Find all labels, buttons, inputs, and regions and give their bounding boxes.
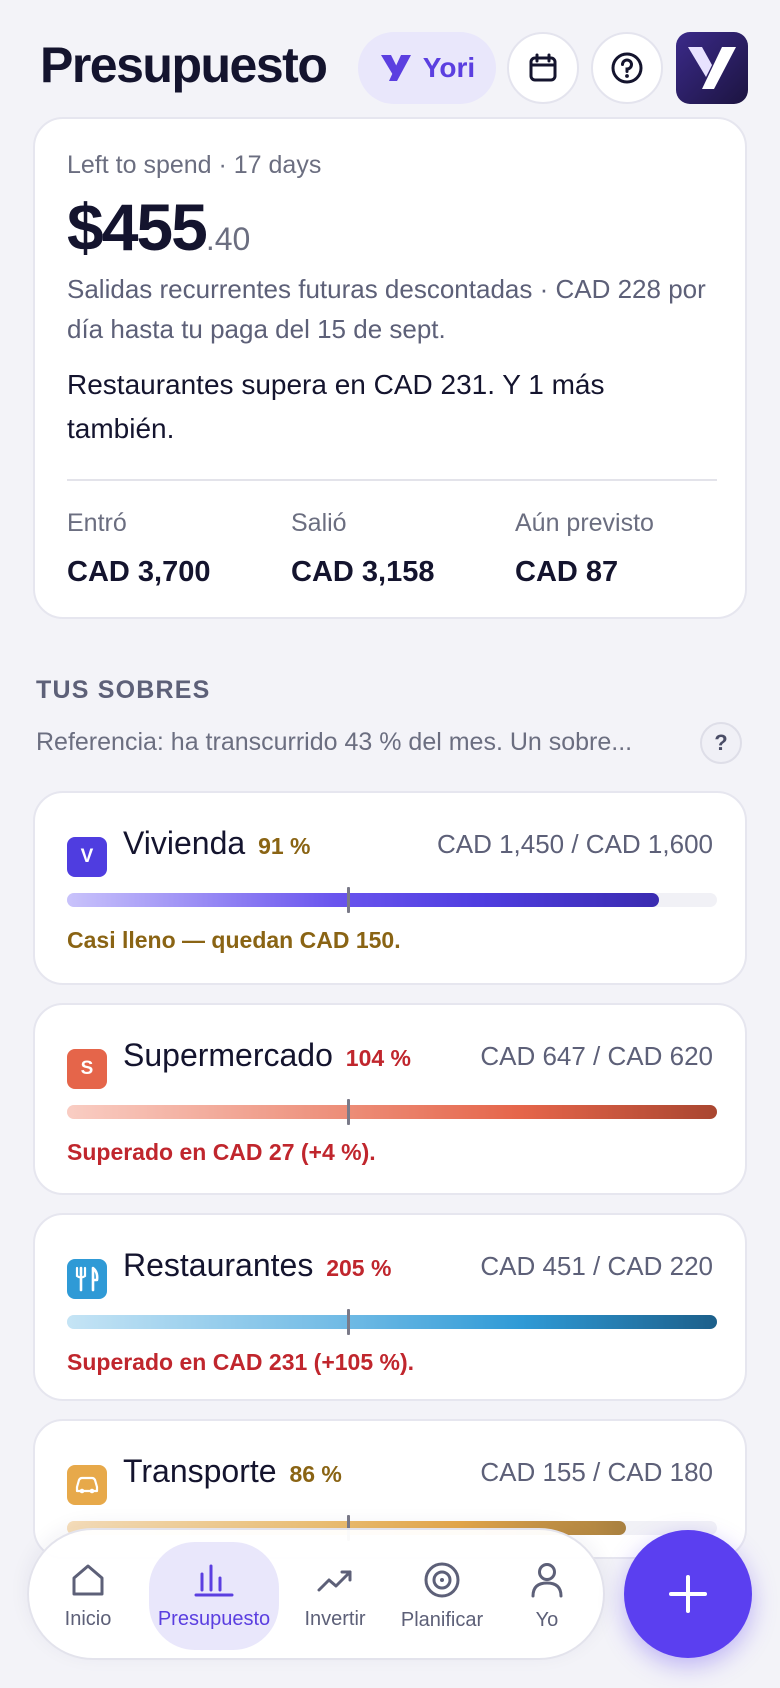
nav-item-planificar[interactable]: Planificar (389, 1542, 495, 1650)
divider (67, 479, 717, 481)
stat-forecast: Aún previsto CAD 87 (515, 509, 654, 589)
envelope-badge: S (67, 1049, 107, 1089)
app-logo-icon (688, 47, 736, 89)
stat-value: CAD 3,158 (291, 556, 435, 588)
help-icon (611, 52, 643, 84)
home-icon (72, 1564, 104, 1595)
help-button[interactable] (591, 32, 663, 104)
envelope-name: Transporte 86 % (123, 1453, 342, 1490)
yori-label: Yori (422, 52, 476, 83)
app-logo[interactable] (676, 32, 748, 104)
envelope-badge (67, 1465, 107, 1505)
target-icon (424, 1562, 460, 1597)
envelope-percent: 91 % (258, 833, 311, 859)
envelope-name: Restaurantes 205 % (123, 1247, 391, 1284)
envelope-name: Supermercado 104 % (123, 1037, 411, 1074)
yori-logo-icon (380, 55, 411, 81)
envelope-name-text: Restaurantes (123, 1247, 314, 1283)
car-icon (75, 1476, 99, 1494)
page-title: Presupuesto (40, 37, 328, 93)
envelope-badge (67, 1259, 107, 1299)
envelopes-section-title: TUS SOBRES (36, 676, 211, 704)
envelope-name-text: Supermercado (123, 1037, 333, 1073)
stat-value: CAD 3,700 (67, 556, 211, 588)
envelope-card-restaurantes[interactable]: Restaurantes 205 % CAD 451 / CAD 220 Sup… (33, 1213, 747, 1401)
month-elapsed-marker (346, 1309, 350, 1335)
envelope-amounts: CAD 1,450 / CAD 1,600 (436, 829, 713, 859)
summary-description: Salidas recurrentes futuras descontadas … (67, 274, 706, 344)
envelope-percent: 104 % (345, 1045, 411, 1071)
envelope-name-text: Vivienda (123, 825, 246, 861)
envelope-status-note: Casi lleno — quedan CAD 150. (67, 927, 401, 953)
bottom-nav: Inicio Presupuesto Invertir Planificar Y… (27, 1528, 605, 1660)
nav-item-yo[interactable]: Yo (505, 1542, 589, 1650)
stat-label: Aún previsto (515, 509, 654, 537)
fork-knife-icon (75, 1266, 99, 1292)
envelope-percent: 205 % (326, 1255, 392, 1281)
stat-label: Salió (291, 509, 347, 537)
overspend-alert: Restaurantes supera en CAD 231. Y 1 más … (67, 369, 605, 444)
amount-cents: .40 (205, 221, 251, 257)
envelope-amounts: CAD 451 / CAD 220 (480, 1251, 713, 1281)
month-elapsed-marker (346, 887, 350, 913)
month-elapsed-marker (346, 1099, 350, 1125)
nav-label: Presupuesto (157, 1607, 271, 1630)
trending-up-icon (317, 1570, 352, 1591)
envelope-name: Vivienda 91 % (123, 825, 311, 862)
envelope-card-supermercado[interactable]: S Supermercado 104 % CAD 647 / CAD 620 S… (33, 1003, 747, 1195)
reference-help-button[interactable]: ? (700, 722, 742, 764)
envelope-progress-fill (67, 1105, 717, 1119)
yori-assistant-button[interactable]: Yori (358, 32, 496, 104)
nav-item-presupuesto[interactable]: Presupuesto (149, 1542, 279, 1650)
header: Presupuesto Yori (0, 0, 780, 112)
month-reference-text: Referencia: ha transcurrido 43 % del mes… (36, 728, 633, 756)
calendar-button[interactable] (507, 32, 579, 104)
left-to-spend-label: Left to spend · 17 days (67, 151, 322, 179)
calendar-icon (529, 53, 557, 82)
envelope-progress-fill (67, 1315, 717, 1329)
envelope-amounts: CAD 647 / CAD 620 (480, 1041, 713, 1071)
stat-value: CAD 87 (515, 556, 619, 588)
left-to-spend-amount: $455.40 (67, 189, 250, 265)
envelope-amounts: CAD 155 / CAD 180 (480, 1457, 713, 1487)
nav-label: Inicio (64, 1607, 112, 1630)
nav-label: Yo (535, 1608, 559, 1631)
nav-item-invertir[interactable]: Invertir (287, 1542, 383, 1650)
nav-item-inicio[interactable]: Inicio (41, 1542, 135, 1650)
envelope-status-note: Superado en CAD 27 (+4 %). (67, 1139, 376, 1165)
envelope-status-note: Superado en CAD 231 (+105 %). (67, 1349, 415, 1375)
amount-main: $455 (67, 190, 208, 264)
envelope-progress-fill (67, 893, 659, 907)
stat-spent: Salió CAD 3,158 (291, 509, 434, 589)
bar-chart-icon (194, 1564, 234, 1596)
envelope-percent: 86 % (289, 1461, 342, 1487)
stat-label: Entró (67, 509, 127, 537)
envelope-progress-track (67, 887, 717, 913)
budget-summary-card: Left to spend · 17 days $455.40 Salidas … (33, 117, 747, 619)
person-icon (531, 1562, 563, 1597)
envelope-card-vivienda[interactable]: V Vivienda 91 % CAD 1,450 / CAD 1,600 Ca… (33, 791, 747, 985)
envelope-progress-track (67, 1309, 717, 1335)
nav-label: Planificar (400, 1608, 484, 1631)
envelope-badge: V (67, 837, 107, 877)
stat-income: Entró CAD 3,700 (67, 509, 210, 589)
envelope-progress-track (67, 1099, 717, 1125)
nav-label: Invertir (304, 1607, 366, 1630)
add-transaction-button[interactable] (624, 1530, 752, 1658)
plus-icon (669, 1575, 707, 1613)
envelope-name-text: Transporte (123, 1453, 277, 1489)
